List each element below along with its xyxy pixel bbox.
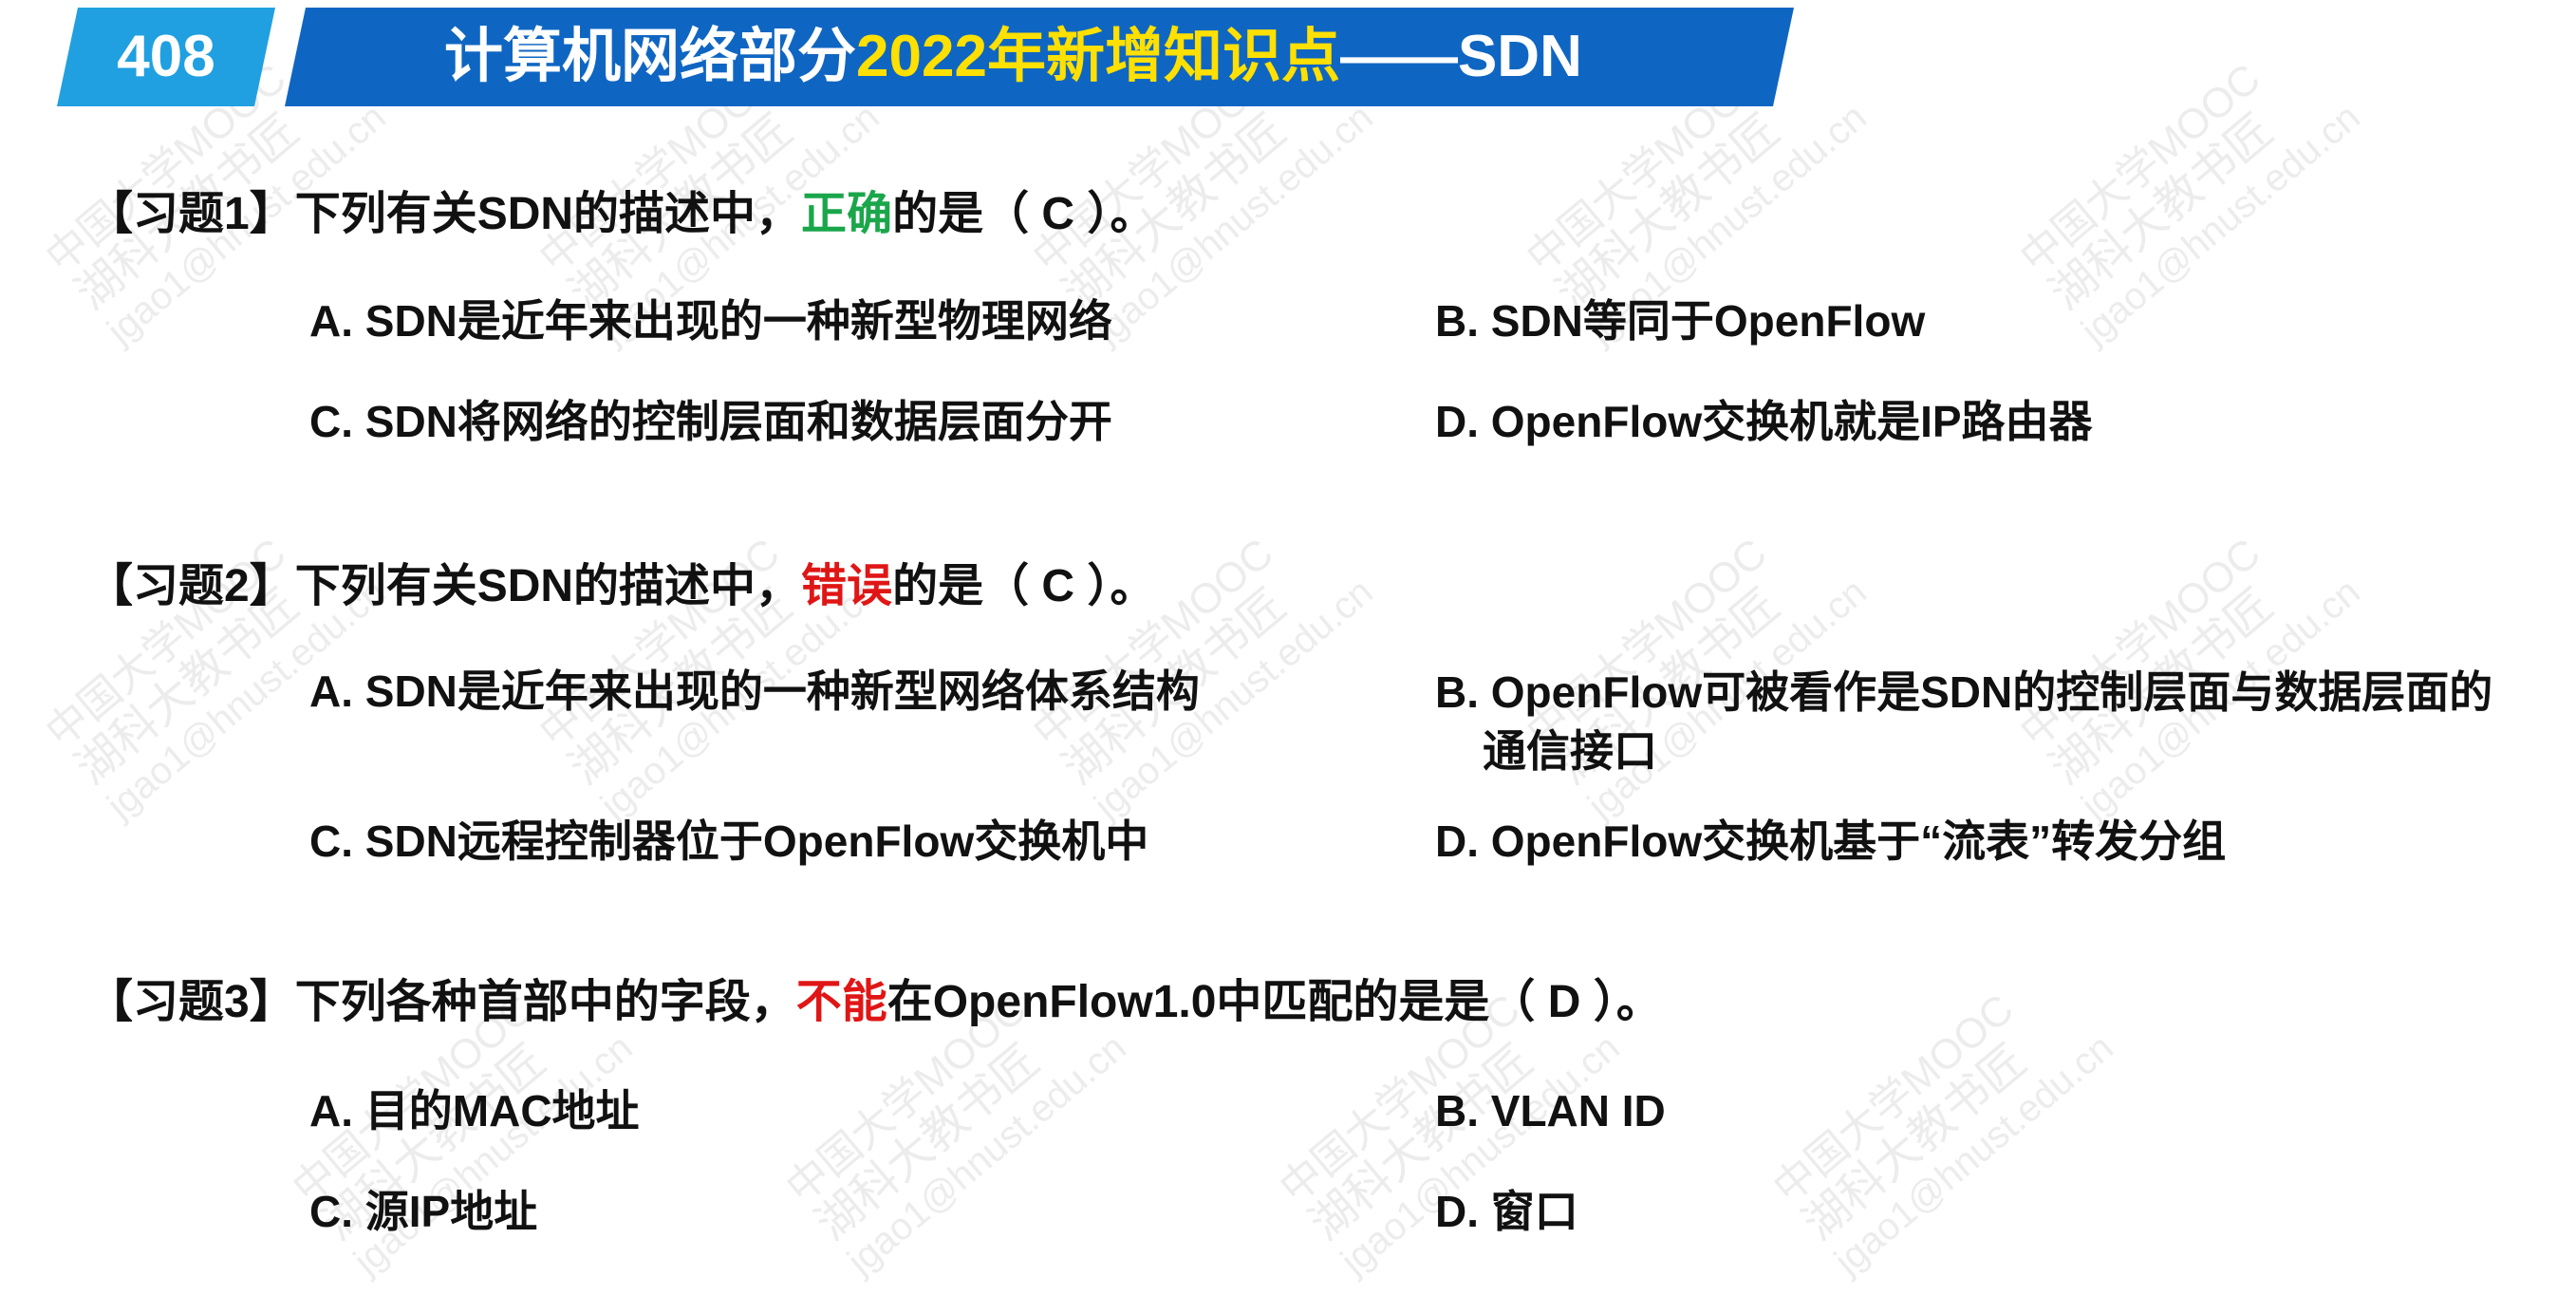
question-2: 【习题2】下列有关SDN的描述中，错误的是（ C ）。 <box>87 558 1155 615</box>
question-3-suffix: 在OpenFlow1.0中匹配的是是（ D ）。 <box>887 977 1662 1027</box>
question-2-option-c: C. SDN远程控制器位于OpenFlow交换机中 <box>309 816 1149 866</box>
question-2-highlight: 错误 <box>801 561 893 611</box>
title-part-2: 2022年新增知识点 <box>856 24 1340 89</box>
question-2-prefix: 【习题2】下列有关SDN的描述中， <box>87 561 802 611</box>
question-1-suffix: 的是（ C ）。 <box>892 189 1156 239</box>
question-1-prefix: 【习题1】下列有关SDN的描述中， <box>87 189 802 239</box>
question-2-option-b-line-1: B. OpenFlow可被看作是SDN的控制层面与数据层面的 <box>1435 667 2493 717</box>
question-2-option-a: A. SDN是近年来出现的一种新型网络体系结构 <box>309 666 1200 716</box>
question-3-prefix: 【习题3】下列各种首部中的字段， <box>87 977 796 1027</box>
question-3-option-c: C. 源IP地址 <box>309 1187 538 1236</box>
question-1-option-b: B. SDN等同于OpenFlow <box>1435 296 1926 346</box>
title-part-3: ——SDN <box>1339 24 1582 89</box>
question-3-option-a: A. 目的MAC地址 <box>309 1086 640 1135</box>
question-1-option-d: D. OpenFlow交换机就是IP路由器 <box>1435 397 2093 446</box>
slide-header: 408 计算机网络部分2022年新增知识点——SDN <box>0 0 2576 114</box>
question-3: 【习题3】下列各种首部中的字段，不能在OpenFlow1.0中匹配的是是（ D … <box>87 974 1662 1031</box>
question-3-option-d: D. 窗口 <box>1435 1187 1578 1236</box>
question-3-highlight: 不能 <box>795 977 887 1027</box>
question-1: 【习题1】下列有关SDN的描述中，正确的是（ C ）。 <box>87 186 1155 243</box>
watermark: 中国大学MOOC 湖科大教书匠 jgao1@hnust.edu.cn <box>1764 985 2121 1284</box>
question-1-option-c: C. SDN将网络的控制层面和数据层面分开 <box>309 397 1112 446</box>
question-2-option-b: B. OpenFlow可被看作是SDN的控制层面与数据层面的通信接口 <box>1435 663 2536 780</box>
question-3-option-b: B. VLAN ID <box>1435 1086 1666 1135</box>
course-badge: 408 <box>117 24 215 89</box>
question-2-option-d: D. OpenFlow交换机基于“流表”转发分组 <box>1435 816 2227 866</box>
title-part-1: 计算机网络部分 <box>444 24 857 89</box>
question-2-option-b-line-2: 通信接口 <box>1483 726 1657 776</box>
question-1-option-a: A. SDN是近年来出现的一种新型物理网络 <box>309 296 1112 346</box>
slide-title: 计算机网络部分2022年新增知识点——SDN <box>444 8 1582 106</box>
question-1-highlight: 正确 <box>801 189 893 239</box>
question-2-suffix: 的是（ C ）。 <box>892 561 1156 611</box>
